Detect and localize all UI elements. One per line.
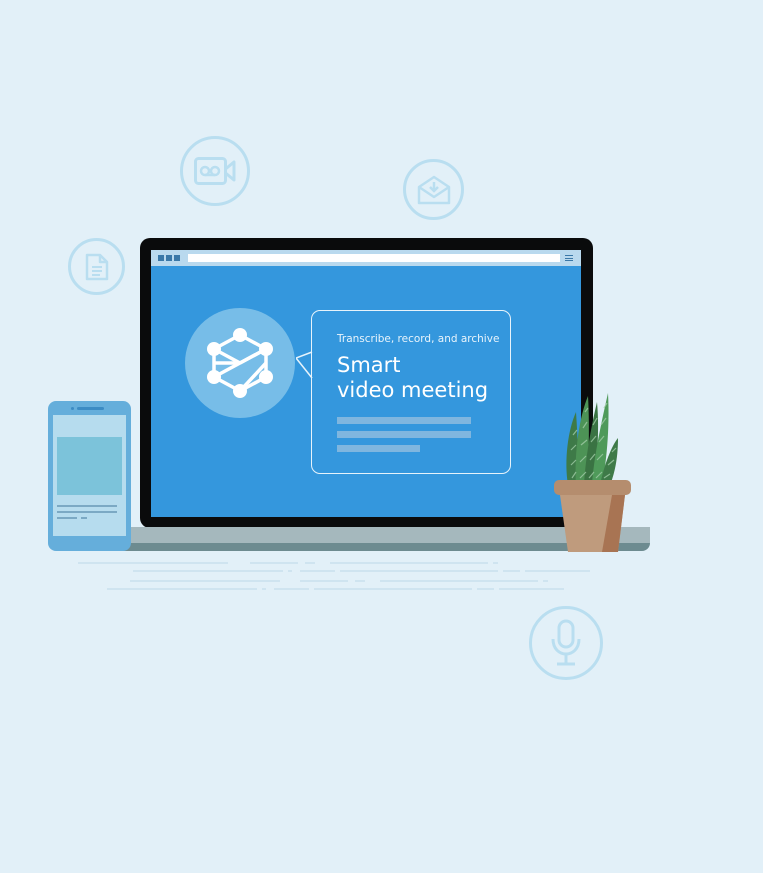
phone-screen xyxy=(53,415,126,536)
hamburger-menu-icon xyxy=(565,255,573,261)
window-control xyxy=(174,255,180,261)
phone-text-line xyxy=(57,511,117,513)
video-camera-icon xyxy=(180,136,250,206)
smartphone xyxy=(48,401,131,551)
promo-subtitle: Transcribe, record, and archive xyxy=(337,333,500,345)
window-control xyxy=(158,255,164,261)
decorative-dashes xyxy=(78,562,590,590)
placeholder-text-line xyxy=(337,417,471,424)
potted-plant xyxy=(554,393,631,552)
placeholder-text-line xyxy=(337,445,420,452)
phone-text-line xyxy=(57,505,117,507)
promo-title-line1: Smart xyxy=(337,353,401,377)
phone-camera xyxy=(71,407,74,410)
microphone-icon xyxy=(529,606,603,680)
laptop-screen: Transcribe, record, and archive Smart vi… xyxy=(151,250,581,517)
address-bar xyxy=(188,254,560,262)
phone-text-line xyxy=(57,517,77,519)
phone-speaker xyxy=(77,407,104,410)
placeholder-text-line xyxy=(337,431,471,438)
envelope-download-icon xyxy=(403,159,464,220)
promo-title-line2: video meeting xyxy=(337,378,489,402)
document-icon xyxy=(68,238,125,295)
browser-toolbar xyxy=(151,250,581,266)
phone-text-line xyxy=(81,517,87,519)
speech-bubble: Transcribe, record, and archive Smart vi… xyxy=(311,310,511,474)
promo-title: Smart video meeting xyxy=(337,353,512,403)
window-control xyxy=(166,255,172,261)
phone-image-placeholder xyxy=(57,437,122,495)
network-logo-icon xyxy=(185,308,295,418)
